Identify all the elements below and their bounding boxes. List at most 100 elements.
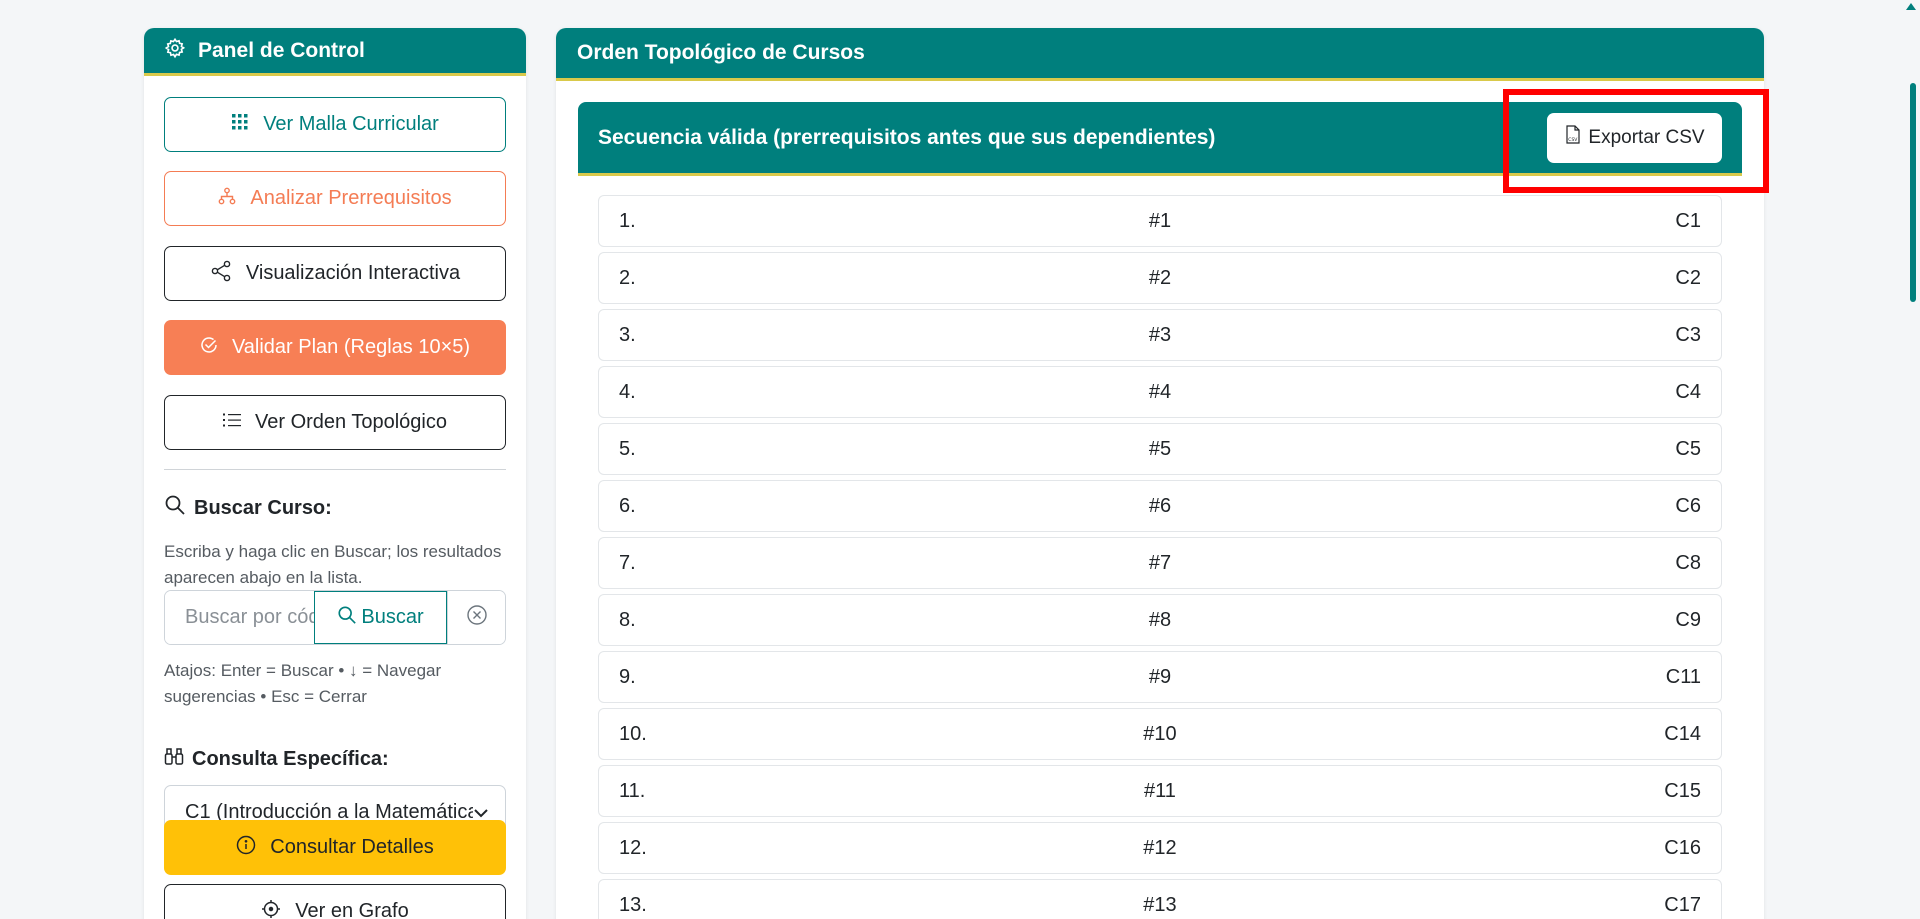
row-index: 6. (619, 494, 636, 517)
list-item: 6. #6 C6 (598, 480, 1722, 532)
svg-text:CSV: CSV (1569, 137, 1579, 143)
row-course-code: C9 (1675, 608, 1701, 631)
sequence-card: Secuencia válida (prerrequisitos antes q… (578, 102, 1742, 919)
share-nodes-icon (210, 260, 246, 288)
list-item: 5. #5 C5 (598, 423, 1722, 475)
row-index: 12. (619, 836, 647, 859)
row-number: #6 (1148, 494, 1172, 517)
interactive-visualization-label: Visualización Interactiva (245, 262, 461, 284)
control-panel-header: Panel de Control (144, 28, 526, 76)
export-csv-button[interactable]: CSV Exportar CSV (1547, 112, 1722, 163)
hierarchy-icon (218, 187, 250, 211)
search-input[interactable] (165, 591, 314, 644)
binoculars-icon (164, 746, 192, 772)
row-course-code: C5 (1675, 437, 1701, 460)
interactive-visualization-button[interactable]: Visualización Interactiva (164, 246, 506, 301)
row-index: 4. (619, 380, 636, 403)
row-index: 5. (619, 437, 636, 460)
row-course-code: C14 (1664, 722, 1701, 745)
list-item: 9. #9 C11 (598, 651, 1722, 703)
divider (164, 469, 506, 470)
row-course-code: C1 (1675, 209, 1701, 232)
target-icon (261, 899, 295, 919)
row-number: #1 (1148, 209, 1172, 232)
view-curriculum-button[interactable]: Ver Malla Curricular (164, 97, 506, 152)
row-number: #2 (1148, 266, 1172, 289)
search-help-text: Escriba y haga clic en Buscar; los resul… (164, 542, 502, 587)
row-index: 10. (619, 722, 647, 745)
row-index: 8. (619, 608, 636, 631)
row-course-code: C8 (1675, 551, 1701, 574)
row-number: #7 (1148, 551, 1172, 574)
view-in-graph-button[interactable]: Ver en Grafo (164, 884, 506, 919)
row-index: 7. (619, 551, 636, 574)
topological-list: 1. #1 C1 2. #2 C2 3. #3 C3 4. #4 C4 5. #5 C5 6. #6 C6 7. #7… (598, 195, 1722, 919)
close-circle-icon (466, 604, 488, 631)
specific-query-heading: Consulta Específica: (164, 746, 389, 772)
list-item: 4. #4 C4 (598, 366, 1722, 418)
row-index: 3. (619, 323, 636, 346)
search-button-label: Buscar (361, 606, 424, 628)
search-icon (337, 605, 361, 631)
specific-query-label: Consulta Específica: (192, 747, 389, 770)
analyze-prerequisites-label: Analizar Prerrequisitos (250, 187, 452, 209)
query-details-label: Consultar Detalles (270, 836, 434, 858)
row-number: #5 (1148, 437, 1172, 460)
page-title: Orden Topológico de Cursos (577, 41, 865, 64)
row-index: 9. (619, 665, 636, 688)
export-csv-label: Exportar CSV (1588, 126, 1705, 148)
scrollbar-thumb[interactable] (1910, 83, 1916, 302)
search-icon (164, 494, 194, 522)
check-circle-icon (200, 336, 232, 360)
control-panel-title: Panel de Control (198, 38, 365, 62)
row-number: #10 (1143, 722, 1177, 745)
csv-file-icon: CSV (1564, 124, 1588, 151)
query-details-button[interactable]: Consultar Detalles (164, 820, 506, 875)
grid-icon (231, 113, 263, 137)
row-course-code: C17 (1664, 893, 1701, 916)
row-course-code: C3 (1675, 323, 1701, 346)
info-icon (236, 835, 270, 861)
list-item: 7. #7 C8 (598, 537, 1722, 589)
validate-plan-label: Validar Plan (Reglas 10×5) (231, 336, 471, 358)
row-number: #3 (1148, 323, 1172, 346)
control-panel: Panel de Control Ver Malla Curricular An… (144, 28, 526, 919)
search-group: Buscar (164, 590, 506, 645)
search-course-label: Buscar Curso: (194, 496, 332, 519)
gear-icon (164, 37, 186, 64)
row-course-code: C11 (1665, 665, 1701, 688)
validate-plan-button[interactable]: Validar Plan (Reglas 10×5) (164, 320, 506, 375)
list-item: 11. #11 C15 (598, 765, 1722, 817)
view-in-graph-label: Ver en Grafo (295, 900, 409, 919)
sequence-header: Secuencia válida (prerrequisitos antes q… (578, 102, 1742, 176)
scroll-up-arrow[interactable] (1906, 3, 1916, 10)
list-item: 3. #3 C3 (598, 309, 1722, 361)
analyze-prerequisites-button[interactable]: Analizar Prerrequisitos (164, 171, 506, 226)
view-curriculum-label: Ver Malla Curricular (263, 113, 439, 135)
topological-order-header: Orden Topológico de Cursos (556, 28, 1764, 81)
row-index: 11. (619, 779, 646, 802)
clear-search-button[interactable] (447, 591, 505, 644)
search-button[interactable]: Buscar (314, 591, 447, 644)
row-course-code: C2 (1675, 266, 1701, 289)
row-number: #9 (1148, 665, 1172, 688)
row-course-code: C16 (1664, 836, 1701, 859)
search-shortcuts-text: Atajos: Enter = Buscar • ↓ = Navegar sug… (164, 661, 442, 706)
search-course-heading: Buscar Curso: (164, 494, 332, 522)
list-item: 2. #2 C2 (598, 252, 1722, 304)
topological-order-panel: Orden Topológico de Cursos Secuencia vál… (556, 28, 1764, 919)
row-number: #13 (1143, 893, 1177, 916)
sequence-title: Secuencia válida (prerrequisitos antes q… (598, 125, 1216, 149)
row-number: #12 (1143, 836, 1177, 859)
list-icon (223, 411, 255, 434)
list-item: 10. #10 C14 (598, 708, 1722, 760)
row-number: #4 (1148, 380, 1172, 403)
row-course-code: C4 (1675, 380, 1701, 403)
topological-order-label: Ver Orden Topológico (255, 411, 447, 433)
topological-order-button[interactable]: Ver Orden Topológico (164, 395, 506, 450)
row-index: 13. (619, 893, 647, 916)
row-number: #11 (1144, 779, 1176, 802)
row-index: 2. (619, 266, 636, 289)
list-item: 12. #12 C16 (598, 822, 1722, 874)
row-index: 1. (619, 209, 636, 232)
